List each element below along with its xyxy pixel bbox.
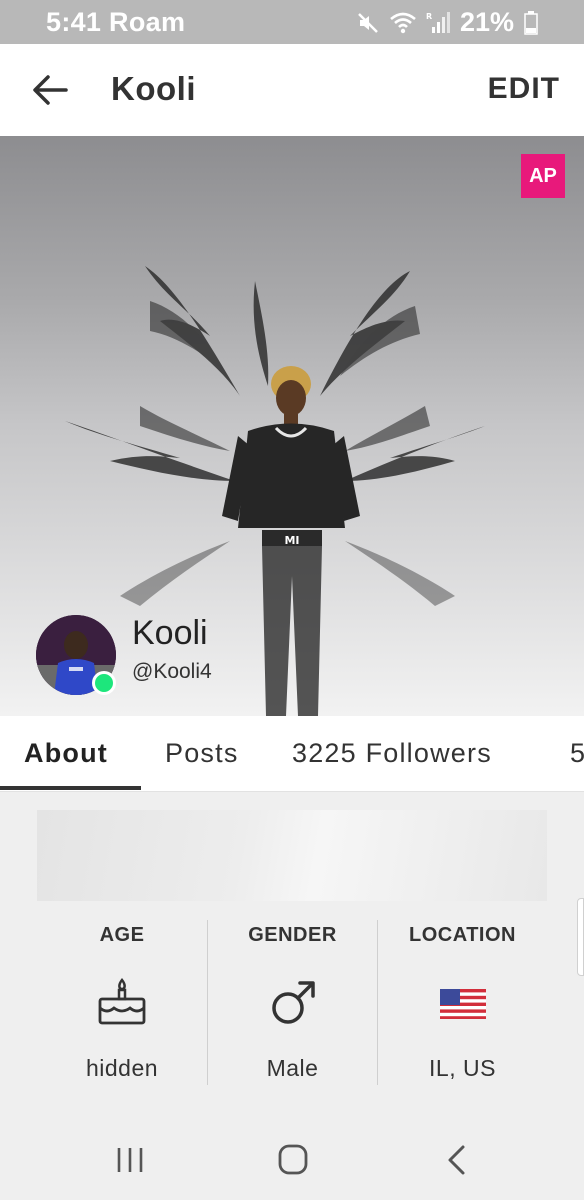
app-header: Kooli EDIT (0, 44, 584, 136)
wifi-icon (390, 12, 416, 34)
home-icon (278, 1144, 308, 1175)
active-tab-indicator (0, 786, 141, 790)
mute-icon (356, 11, 380, 35)
page-title: Kooli (111, 70, 196, 107)
info-age-label: AGE (99, 924, 145, 946)
recent-apps-icon (117, 1148, 143, 1172)
online-status-indicator (92, 671, 116, 695)
recent-apps-button[interactable] (111, 1142, 151, 1178)
us-flag-icon (439, 989, 486, 1019)
system-nav-bar (0, 1116, 584, 1200)
back-button[interactable] (28, 70, 72, 110)
status-bar: 5:41 Roam R 21% (0, 0, 584, 44)
back-icon (448, 1145, 465, 1175)
svg-text:R: R (426, 12, 432, 21)
tab-following-partial[interactable]: 5 (570, 738, 584, 769)
info-age: AGE hidden (37, 920, 207, 1085)
info-gender-value: Male (266, 1055, 319, 1081)
info-location: LOCATION IL, US (377, 920, 547, 1085)
nav-back-button[interactable] (437, 1142, 477, 1178)
home-button[interactable] (273, 1142, 313, 1178)
ap-badge[interactable]: AP (521, 154, 565, 198)
tab-followers[interactable]: 3225 Followers (292, 738, 492, 769)
tab-posts[interactable]: Posts (165, 738, 239, 769)
signal-icon: R (426, 11, 450, 35)
arrow-left-icon (33, 75, 68, 105)
edit-button[interactable]: EDIT (488, 72, 560, 106)
birthday-cake-icon (98, 977, 146, 1025)
profile-handle: @Kooli4 (132, 660, 212, 683)
info-gender-label: GENDER (248, 924, 337, 946)
profile-tabs: About Posts 3225 Followers 5 (0, 716, 584, 792)
info-age-value: hidden (85, 1055, 159, 1081)
tab-about[interactable]: About (24, 738, 108, 769)
male-symbol-icon (271, 981, 315, 1024)
shirt-text: MI (284, 534, 299, 547)
battery-icon (524, 10, 538, 35)
info-gender: GENDER Male (207, 920, 377, 1085)
battery-percent: 21% (459, 7, 514, 37)
info-location-value: IL, US (429, 1055, 496, 1081)
info-location-label: LOCATION (409, 924, 516, 946)
status-icons: R 21% (356, 7, 538, 38)
about-banner-placeholder (37, 810, 547, 901)
scrollbar[interactable] (577, 898, 584, 976)
avatar-character: MI (222, 366, 360, 716)
profile-name: Kooli (132, 614, 208, 652)
profile-info-row: AGE hidden GENDER Male LOCATION IL, US (37, 920, 547, 1085)
status-time-carrier: 5:41 Roam (46, 7, 186, 37)
